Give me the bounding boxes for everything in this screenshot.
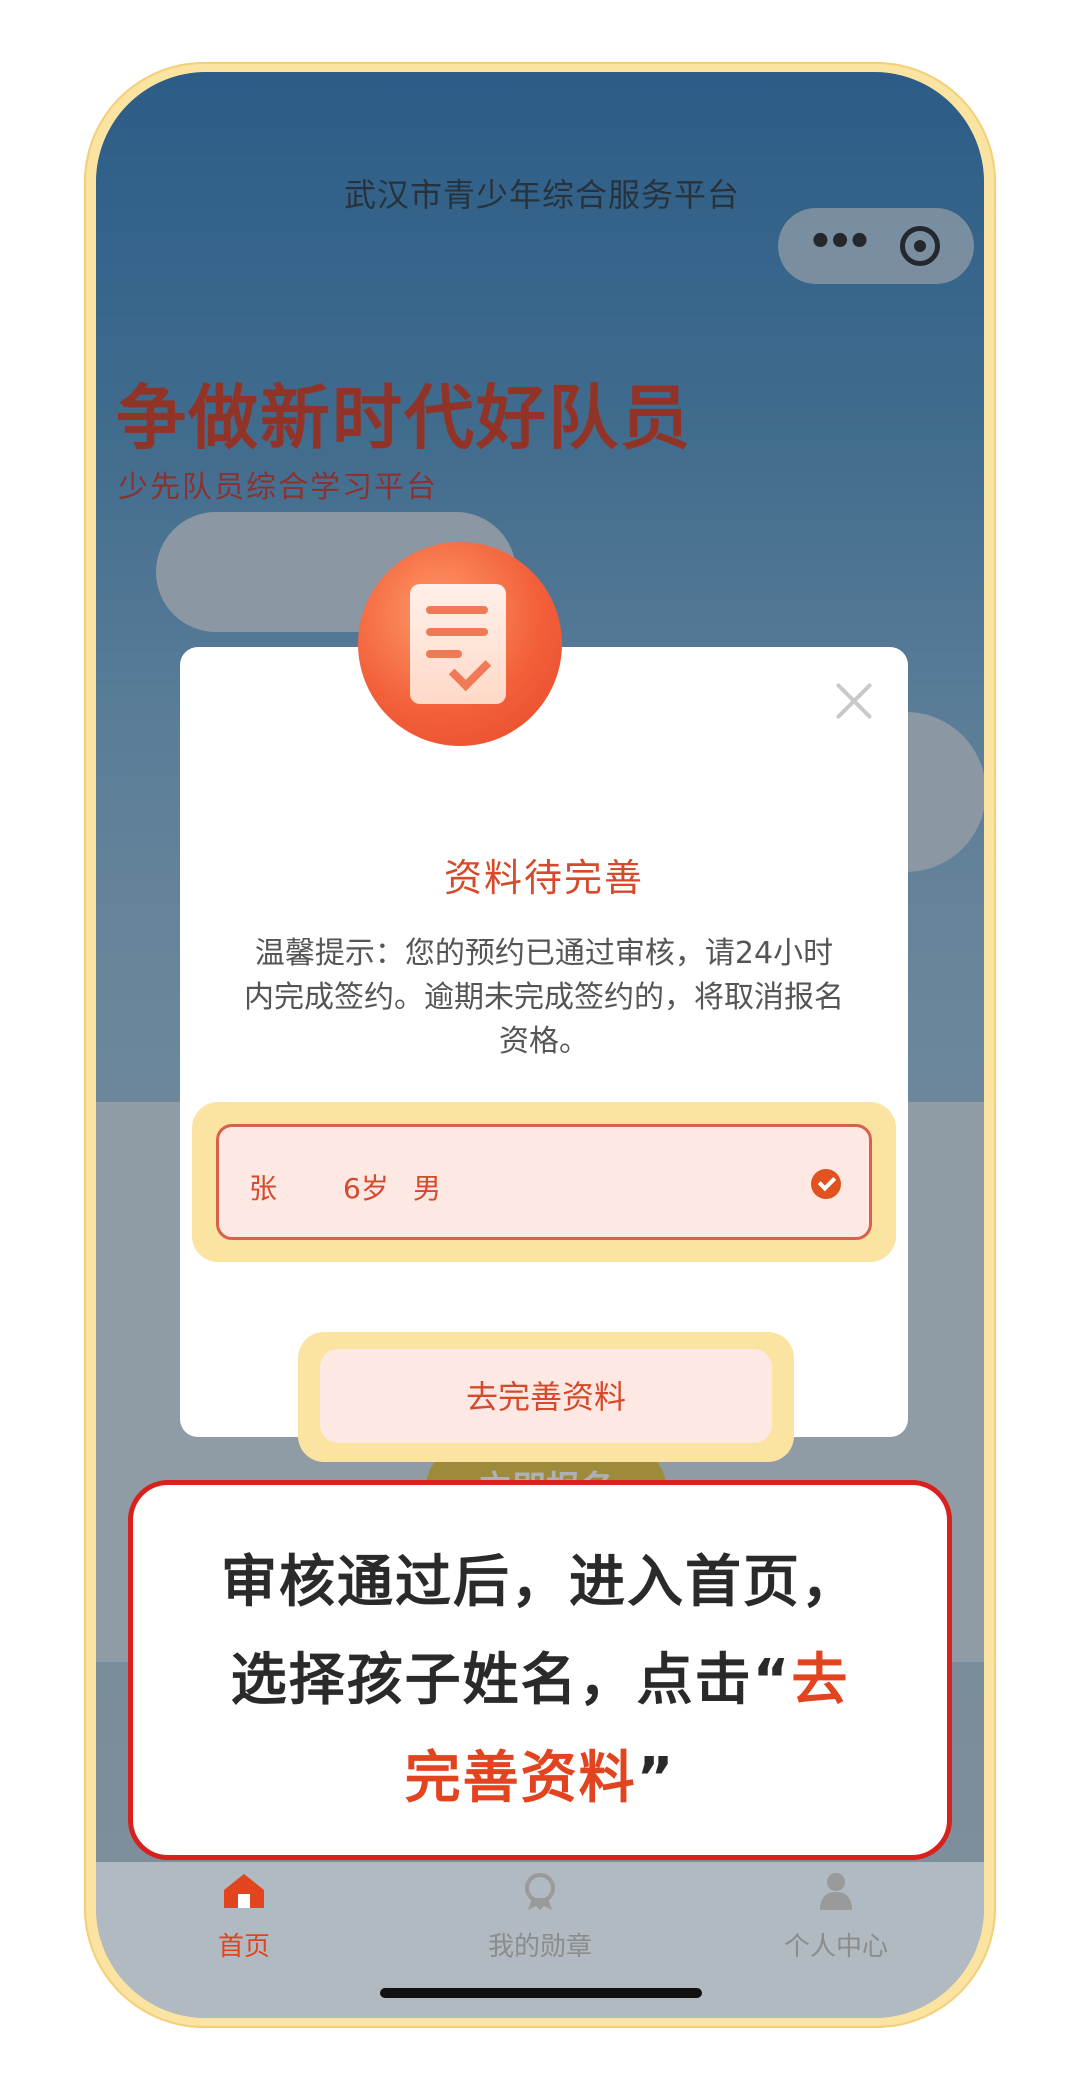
callout-line-3: 完善资料” [133,1733,947,1814]
app-screen: 武汉市青少年综合服务平台 ••• 争做新时代好队员 少先队员综合学习平台 立即报… [96,72,984,2018]
close-icon[interactable] [832,679,876,723]
callout-highlight: 完善资料 [404,1746,637,1811]
callout-line-2: 选择孩子姓名，点击“去 [133,1635,947,1716]
child-gender: 男 [413,1172,442,1205]
complete-profile-button-label: 去完善资料 [465,1379,626,1415]
user-icon [820,1873,852,1910]
child-age: 6岁 [343,1172,389,1205]
medal-icon [525,1873,555,1910]
complete-profile-button[interactable]: 去完善资料 [320,1349,772,1443]
profile-incomplete-modal: 资料待完善 温馨提示：您的预约已通过审核，请24小时 内完成签约。逾期未完成签约… [180,647,908,1462]
home-indicator [380,1988,702,1998]
modal-message-line: 资格。 [499,1024,589,1059]
document-check-icon [410,584,506,704]
child-option[interactable]: 张 6岁 男 [216,1124,872,1240]
modal-title: 资料待完善 [443,856,644,900]
modal-message-line: 温馨提示：您的预约已通过审核，请24小时 [254,936,834,971]
instruction-callout: 审核通过后，进入首页， 选择孩子姓名，点击“去 完善资料” [128,1480,952,1860]
child-name: 张 [249,1172,278,1205]
modal-message: 温馨提示：您的预约已通过审核，请24小时 内完成签约。逾期未完成签约的，将取消报… [210,932,878,1064]
document-badge [358,542,562,746]
callout-line-3-text: ” [636,1746,676,1811]
modal-message-line: 内完成签约。逾期未完成签约的，将取消报名 [244,980,844,1015]
tab-personal-center[interactable]: 个人中心 [688,1862,984,2018]
callout-line-2-text: 选择孩子姓名，点击“ [230,1648,792,1713]
tab-home[interactable]: 首页 [96,1862,392,2018]
tab-label: 我的勋章 [487,1932,592,1962]
callout-line-1: 审核通过后，进入首页， [221,1550,859,1615]
home-icon [224,1874,264,1908]
tab-label: 首页 [217,1932,270,1962]
tab-label: 个人中心 [783,1932,888,1962]
check-icon [811,1169,841,1199]
callout-highlight: 去 [791,1648,850,1713]
